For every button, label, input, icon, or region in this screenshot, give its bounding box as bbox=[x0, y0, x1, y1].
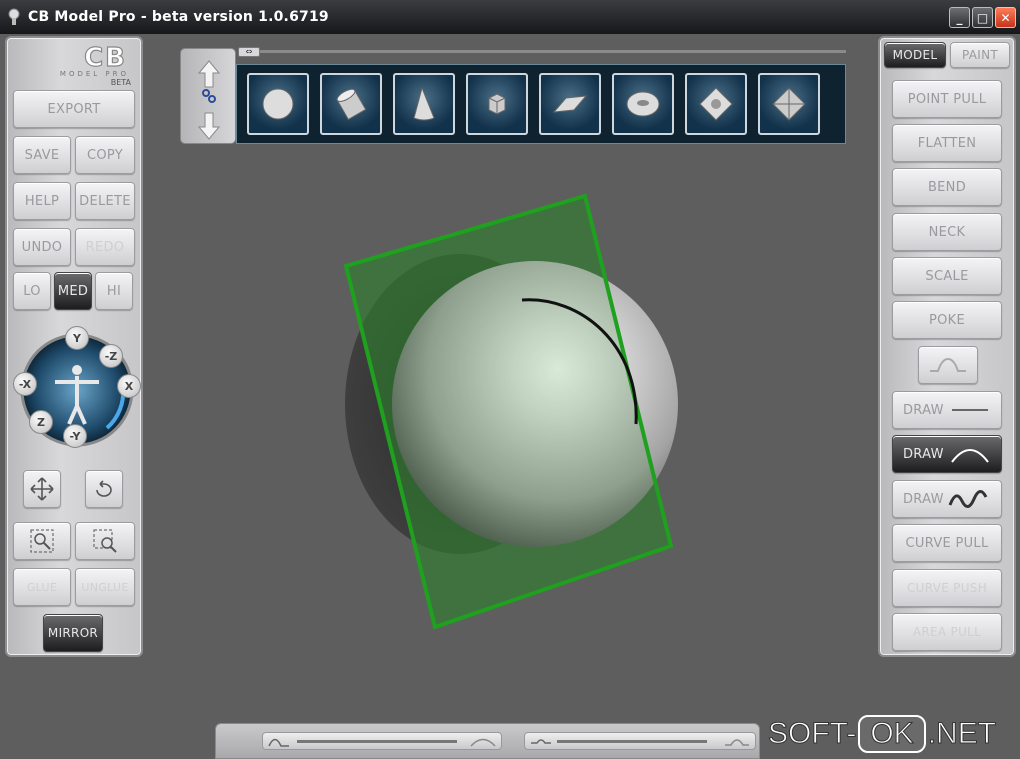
shape-cube-button[interactable] bbox=[466, 73, 528, 135]
logo-beta: BETA bbox=[110, 78, 131, 87]
undo-button[interactable]: UNDO bbox=[13, 228, 71, 266]
title-bar: CB Model Pro - beta version 1.0.6719 _ □… bbox=[0, 0, 1020, 34]
poke-button[interactable]: POKE bbox=[892, 301, 1002, 339]
move-icon bbox=[30, 477, 54, 501]
straight-line-icon bbox=[951, 409, 988, 411]
strength-start-icon bbox=[531, 739, 551, 744]
falloff-start-icon bbox=[268, 738, 289, 747]
delete-button[interactable]: DELETE bbox=[75, 182, 135, 220]
minimize-button[interactable]: _ bbox=[949, 7, 970, 28]
bottom-slider-bar bbox=[215, 723, 760, 759]
axis-z-button[interactable]: Z bbox=[29, 410, 53, 434]
axis-neg-y-button[interactable]: -Y bbox=[63, 424, 87, 448]
cylinder-icon bbox=[336, 88, 367, 121]
logo-text: CB bbox=[83, 43, 127, 73]
axis-x-button[interactable]: X bbox=[117, 374, 141, 398]
draw-wave-button[interactable]: DRAW bbox=[892, 480, 1002, 518]
rotate-icon bbox=[96, 480, 112, 497]
glue-button[interactable]: GLUE bbox=[13, 568, 71, 606]
cone-icon bbox=[413, 86, 435, 121]
draw-arc-button[interactable]: DRAW bbox=[892, 435, 1002, 473]
wave-icon bbox=[948, 490, 988, 508]
cube-icon bbox=[488, 93, 506, 115]
watermark-mid: OK bbox=[858, 715, 926, 753]
view-navigator[interactable]: Y -Z -X X Z -Y bbox=[13, 326, 141, 452]
plane-icon bbox=[552, 95, 588, 113]
logo-subtitle: MODEL PRO bbox=[59, 70, 129, 78]
move-button[interactable] bbox=[23, 470, 61, 508]
octahedron-icon bbox=[772, 87, 806, 121]
draw-wave-label: DRAW bbox=[903, 491, 944, 507]
arc-icon bbox=[950, 449, 989, 463]
zoom-fit-button[interactable] bbox=[13, 522, 71, 560]
bell-curve-icon bbox=[930, 357, 966, 372]
export-button[interactable]: EXPORT bbox=[13, 90, 135, 128]
area-pull-button[interactable]: AREA PULL bbox=[892, 613, 1002, 651]
axis-y-button[interactable]: Y bbox=[65, 326, 89, 350]
zoom-region-icon bbox=[93, 529, 117, 553]
redo-button[interactable]: REDO bbox=[75, 228, 135, 266]
strength-end-icon bbox=[725, 739, 749, 746]
axis-neg-x-button[interactable]: -X bbox=[13, 372, 37, 396]
strength-slider[interactable] bbox=[524, 732, 756, 750]
lo-detail-button[interactable]: LO bbox=[13, 272, 51, 310]
axis-neg-z-button[interactable]: -Z bbox=[99, 344, 123, 368]
zoom-fit-icon bbox=[30, 529, 54, 553]
falloff-end-icon bbox=[470, 738, 496, 747]
left-tool-panel: CB MODEL PRO BETA EXPORT SAVE COPY HELP … bbox=[5, 36, 143, 657]
cut-plane-outline bbox=[343, 193, 674, 630]
draw-line-button[interactable]: DRAW bbox=[892, 391, 1002, 429]
falloff-slider[interactable] bbox=[262, 732, 502, 750]
shape-plane-button[interactable] bbox=[539, 73, 601, 135]
rotate-button[interactable] bbox=[85, 470, 123, 508]
unglue-button[interactable]: UNGLUE bbox=[75, 568, 135, 606]
scale-button[interactable]: SCALE bbox=[892, 257, 1002, 295]
bend-button[interactable]: BEND bbox=[892, 168, 1002, 206]
copy-button[interactable]: COPY bbox=[75, 136, 135, 174]
shape-octahedron-button[interactable] bbox=[758, 73, 820, 135]
rail-handle[interactable]: ⇔ bbox=[238, 47, 260, 57]
app-logo: CB MODEL PRO BETA bbox=[15, 43, 135, 87]
watermark: SOFT- OK .NET bbox=[767, 711, 1018, 757]
sphere-icon bbox=[262, 88, 294, 120]
shape-sphere-button[interactable] bbox=[247, 73, 309, 135]
draw-line-label: DRAW bbox=[903, 402, 944, 418]
flatten-button[interactable]: FLATTEN bbox=[892, 124, 1002, 162]
shape-torus-button[interactable] bbox=[612, 73, 674, 135]
link-icon[interactable] bbox=[181, 87, 237, 105]
right-tool-panel: MODEL PAINT POINT PULL FLATTEN BEND NECK… bbox=[878, 36, 1016, 657]
save-button[interactable]: SAVE bbox=[13, 136, 71, 174]
watermark-right: .NET bbox=[927, 717, 997, 751]
neck-button[interactable]: NECK bbox=[892, 213, 1002, 251]
shape-cylinder-button[interactable] bbox=[320, 73, 382, 135]
diamond-icon bbox=[699, 87, 733, 121]
shape-diamond-button[interactable] bbox=[685, 73, 747, 135]
tab-paint[interactable]: PAINT bbox=[950, 42, 1010, 68]
shape-toolbar: ⇔ bbox=[180, 47, 846, 144]
app-icon bbox=[8, 8, 20, 25]
maximize-button[interactable]: □ bbox=[972, 7, 993, 28]
toolbar-rail: ⇔ bbox=[238, 47, 846, 62]
curve-push-button[interactable]: CURVE PUSH bbox=[892, 569, 1002, 607]
tab-model[interactable]: MODEL bbox=[884, 42, 946, 68]
zoom-region-button[interactable] bbox=[75, 522, 135, 560]
curve-pull-button[interactable]: CURVE PULL bbox=[892, 524, 1002, 562]
help-button[interactable]: HELP bbox=[13, 182, 71, 220]
hi-detail-button[interactable]: HI bbox=[95, 272, 133, 310]
point-pull-button[interactable]: POINT PULL bbox=[892, 80, 1002, 118]
draw-arc-label: DRAW bbox=[903, 446, 944, 462]
med-detail-button[interactable]: MED bbox=[54, 272, 92, 310]
mirror-button[interactable]: MIRROR bbox=[43, 614, 103, 652]
torus-icon bbox=[626, 91, 660, 117]
watermark-left: SOFT- bbox=[767, 717, 857, 751]
shape-cone-button[interactable] bbox=[393, 73, 455, 135]
shape-strip bbox=[236, 64, 846, 144]
window-title: CB Model Pro - beta version 1.0.6719 bbox=[28, 9, 329, 25]
close-button[interactable]: ✕ bbox=[995, 7, 1016, 28]
arrow-down-icon[interactable] bbox=[181, 105, 237, 145]
toolbar-scroll-control bbox=[180, 48, 236, 144]
falloff-curve-button[interactable] bbox=[918, 346, 978, 384]
